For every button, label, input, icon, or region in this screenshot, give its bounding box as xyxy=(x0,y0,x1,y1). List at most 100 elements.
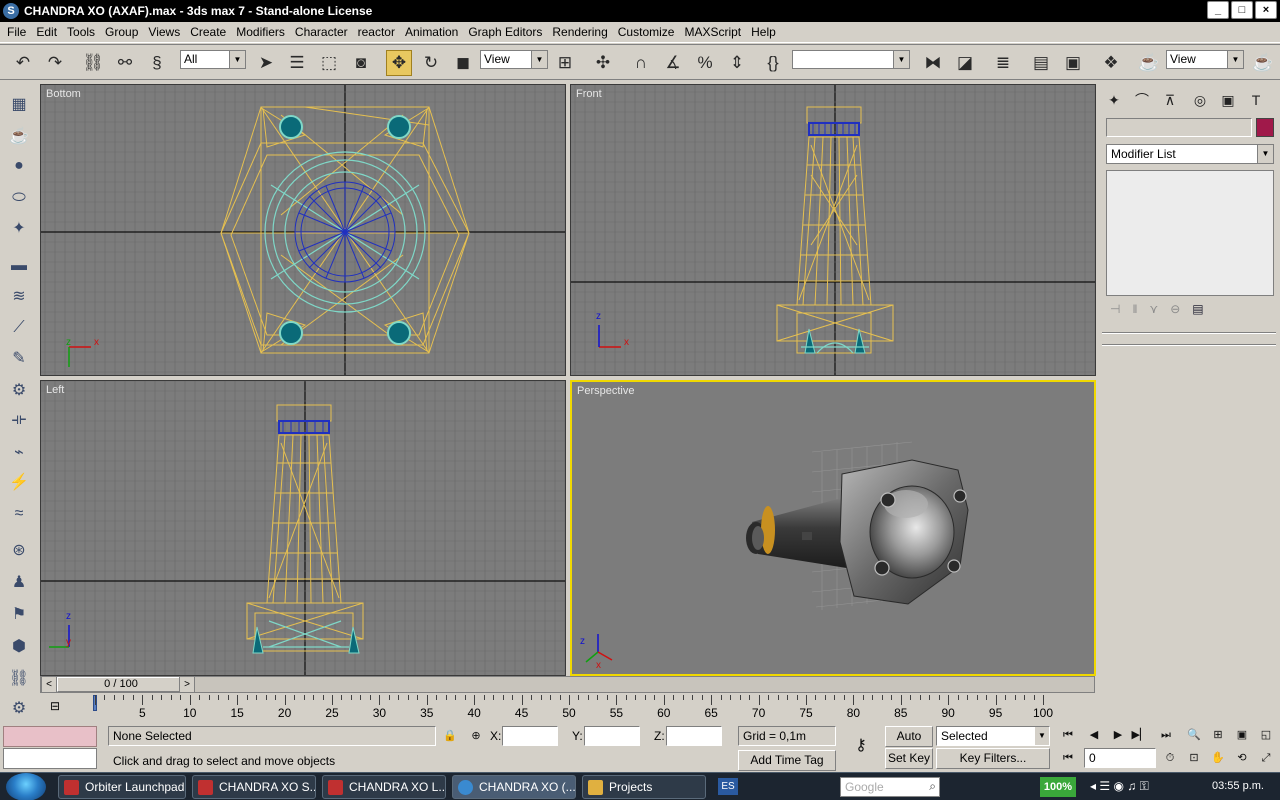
field-of-view-icon[interactable]: ⊡ xyxy=(1184,748,1204,768)
menu-graph-editors[interactable]: Graph Editors xyxy=(463,25,547,39)
rigid-body-icon[interactable]: ⬢ xyxy=(5,632,33,660)
time-configuration-icon[interactable]: ⏱ xyxy=(1160,748,1180,768)
taper-icon[interactable]: ⟋ xyxy=(5,314,33,342)
hierarchy-tab-icon[interactable]: ⊼ xyxy=(1158,88,1182,112)
configure-modifier-sets-icon[interactable]: ▤ xyxy=(1192,302,1203,322)
paint-icon[interactable]: ✎ xyxy=(5,344,33,372)
stack-icon[interactable]: ≋ xyxy=(5,282,33,310)
angle-snap-icon[interactable]: ∡ xyxy=(660,50,686,76)
key-filters-button[interactable]: Key Filters... xyxy=(936,748,1050,769)
show-end-result-icon[interactable]: ‖ xyxy=(1132,302,1137,322)
menu-modifiers[interactable]: Modifiers xyxy=(231,25,290,39)
z-coordinate-field[interactable] xyxy=(666,726,722,746)
taskbar-item-projects[interactable]: Projects xyxy=(582,775,706,799)
sphere-icon[interactable]: ● xyxy=(5,152,33,180)
material-editor-icon[interactable]: ❖ xyxy=(1098,50,1124,76)
google-search-box[interactable]: Google ⌕ xyxy=(840,777,940,797)
add-time-tag-button[interactable]: Add Time Tag xyxy=(738,750,836,771)
select-and-rotate-icon[interactable]: ↻ xyxy=(418,50,444,76)
modifier-stack[interactable] xyxy=(1106,170,1274,296)
remove-modifier-icon[interactable]: ⊖ xyxy=(1170,302,1180,322)
x-coordinate-field[interactable] xyxy=(502,726,558,746)
set-key-button[interactable]: Set Key xyxy=(885,748,933,769)
menu-group[interactable]: Group xyxy=(100,25,143,39)
play-icon[interactable]: ▶ xyxy=(1108,725,1128,745)
maximize-viewport-icon[interactable]: ⤢ xyxy=(1256,748,1276,768)
layer-manager-icon[interactable]: ≣ xyxy=(990,50,1016,76)
mirror-icon[interactable]: ⧓ xyxy=(920,50,946,76)
rectangular-selection-icon[interactable]: ⬚ xyxy=(316,50,342,76)
select-and-manipulate-icon[interactable]: ✣ xyxy=(590,50,616,76)
key-mode-select[interactable]: Selected ▼ xyxy=(936,726,1050,746)
modifier-list-select[interactable]: Modifier List ▼ xyxy=(1106,144,1274,164)
select-by-name-icon[interactable]: ☰ xyxy=(284,50,310,76)
menu-customize[interactable]: Customize xyxy=(613,25,680,39)
schematic-view-icon[interactable]: ▣ xyxy=(1060,50,1086,76)
menu-help[interactable]: Help xyxy=(746,25,781,39)
percent-snap-icon[interactable]: % xyxy=(692,50,718,76)
bend-modifier-icon[interactable]: ▬ xyxy=(5,252,33,280)
space-warp-icon[interactable]: ⚡ xyxy=(5,468,33,496)
utilities-tab-icon[interactable]: T xyxy=(1244,88,1268,112)
key-mode-toggle-icon[interactable]: ⏮ xyxy=(1058,748,1078,768)
menu-create[interactable]: Create xyxy=(185,25,231,39)
viewport-front[interactable]: Front x z xyxy=(570,84,1096,376)
menu-animation[interactable]: Animation xyxy=(400,25,463,39)
biped-icon[interactable]: ♟ xyxy=(5,568,33,596)
motion-tab-icon[interactable]: ◎ xyxy=(1188,88,1212,112)
wave-icon[interactable]: ≈ xyxy=(5,500,33,528)
viewport-perspective[interactable]: Perspective z x xyxy=(570,380,1096,676)
time-slider-thumb[interactable]: 0 / 100 xyxy=(57,677,185,692)
display-tab-icon[interactable]: ▣ xyxy=(1216,88,1240,112)
tray-icons[interactable]: ◂ ☰ ◉ ♫ ⚿ xyxy=(1090,779,1149,794)
object-name-field[interactable] xyxy=(1106,118,1252,137)
previous-frame-icon[interactable]: ◀ xyxy=(1084,725,1104,745)
undo-icon[interactable]: ↶ xyxy=(10,50,36,76)
pin-stack-icon[interactable]: ⊣ xyxy=(1110,302,1120,322)
object-color-swatch[interactable] xyxy=(1256,118,1274,137)
track-bar-menu-icon[interactable]: ⊟ xyxy=(50,699,70,715)
create-box-icon[interactable]: ▦ xyxy=(5,90,33,118)
menu-reactor[interactable]: reactor xyxy=(353,25,400,39)
crowd-icon[interactable]: ⚑ xyxy=(5,600,33,628)
auto-key-button[interactable]: Auto Key xyxy=(885,726,933,762)
chevron-left-icon[interactable]: < xyxy=(41,677,57,692)
make-unique-icon[interactable]: ⋎ xyxy=(1149,302,1158,322)
taskbar-item-pdf-1[interactable]: CHANDRA XO S... xyxy=(192,775,316,799)
select-object-icon[interactable]: ➤ xyxy=(253,50,279,76)
absolute-mode-icon[interactable]: ⊕ xyxy=(466,726,486,746)
y-coordinate-field[interactable] xyxy=(584,726,640,746)
select-and-scale-icon[interactable]: ◼ xyxy=(450,50,476,76)
menu-character[interactable]: Character xyxy=(290,25,353,39)
app-logo-icon[interactable]: S xyxy=(3,3,19,19)
constraint-icon[interactable]: ⛓ xyxy=(5,664,33,692)
menu-tools[interactable]: Tools xyxy=(62,25,100,39)
chevron-right-icon[interactable]: > xyxy=(179,677,195,692)
named-selection-set-select[interactable]: ▼ xyxy=(792,50,910,69)
pan-hand-icon[interactable]: ✋ xyxy=(1208,748,1228,768)
zoom-icon[interactable]: 🔍 xyxy=(1184,725,1204,745)
unlink-icon[interactable]: ⚯ xyxy=(112,50,138,76)
arc-rotate-icon[interactable]: ⟲ xyxy=(1232,748,1252,768)
start-button[interactable] xyxy=(6,773,46,800)
key-icon[interactable]: ⚷ xyxy=(848,736,874,756)
redo-icon[interactable]: ↷ xyxy=(42,50,68,76)
teapot-icon[interactable]: ☕ xyxy=(5,122,33,150)
zoom-level-badge[interactable]: 100% xyxy=(1040,777,1076,797)
clock[interactable]: 03:55 p.m. xyxy=(1212,780,1264,792)
render-view-select[interactable]: View ▼ xyxy=(1166,50,1244,69)
track-bar[interactable]: ⊟ 5 10 15 20 25 30 35 40 45 50 55 60 65 70 75 80 85 90 95 1… xyxy=(40,695,1095,723)
restore-button[interactable]: □ xyxy=(1231,1,1253,19)
reactor-icon[interactable]: ⊛ xyxy=(5,536,33,564)
taskbar-item-pdf-2[interactable]: CHANDRA XO L... xyxy=(322,775,446,799)
selection-filter-select[interactable]: All ▼ xyxy=(180,50,246,69)
taskbar-item-3dsmax[interactable]: CHANDRA XO (... xyxy=(452,775,576,799)
close-button[interactable]: × xyxy=(1255,1,1277,19)
select-and-link-icon[interactable]: ⛓ xyxy=(80,50,106,76)
menu-rendering[interactable]: Rendering xyxy=(547,25,612,39)
go-to-end-icon[interactable]: ⏭ xyxy=(1156,725,1176,745)
curve-editor-icon[interactable]: ▤ xyxy=(1028,50,1054,76)
create-tab-icon[interactable]: ✦ xyxy=(1102,88,1126,112)
maxscript-input[interactable] xyxy=(3,748,97,769)
spinner-snap-icon[interactable]: ⇕ xyxy=(724,50,750,76)
